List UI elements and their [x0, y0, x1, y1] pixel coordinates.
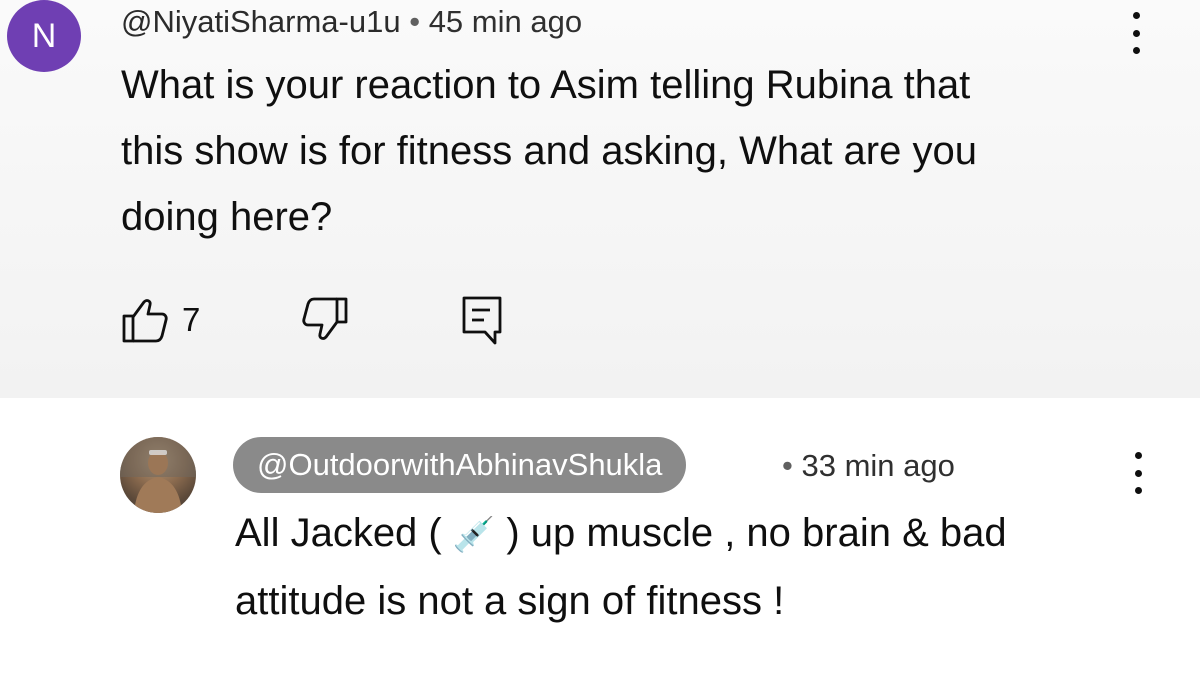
author-name-chip[interactable]: @OutdoorwithAbhinavShukla [233, 437, 687, 493]
comment-text-part: ) up muscle , no brain & bad [506, 511, 1007, 555]
timestamp[interactable]: 33 min ago [801, 448, 954, 483]
thumbs-down-icon [302, 297, 348, 340]
timestamp[interactable]: 45 min ago [429, 4, 582, 39]
like-count: 7 [182, 301, 201, 338]
reply-icon [462, 296, 502, 345]
like-button[interactable]: 7 [120, 295, 200, 350]
comment-header: • 33 min ago [782, 448, 955, 484]
separator-dot: • [409, 4, 421, 39]
comment-text-line: doing here? [121, 195, 333, 239]
comment-text-line: What is your reaction to Asim telling Ru… [121, 63, 971, 107]
comment-header: @NiyatiSharma-u1u • 45 min ago [121, 4, 582, 40]
syringe-emoji: 💉 [452, 515, 496, 555]
thumbs-up-icon [122, 299, 168, 343]
comment-thread-item: N @NiyatiSharma-u1u • 45 min ago What is… [0, 0, 1200, 398]
comment-text-line: this show is for fitness and asking, Wha… [121, 129, 977, 173]
avatar[interactable] [120, 437, 196, 513]
comment-text-line: All Jacked ( 💉 ) up muscle , no brain & … [235, 500, 1135, 568]
comment-text: What is your reaction to Asim telling Ru… [121, 52, 1121, 250]
more-options-button[interactable] [1128, 452, 1148, 494]
reply-button[interactable] [460, 295, 506, 352]
dislike-button[interactable] [300, 295, 350, 350]
comment-text: All Jacked ( 💉 ) up muscle , no brain & … [235, 500, 1135, 634]
comment-text-part: All Jacked ( [235, 511, 442, 555]
profile-photo-avatar [120, 437, 196, 513]
comment-text-line: attitude is not a sign of fitness ! [235, 579, 785, 623]
more-vert-icon [1132, 12, 1140, 19]
author-name[interactable]: @NiyatiSharma-u1u [121, 4, 401, 39]
avatar[interactable]: N [7, 0, 81, 72]
separator-dot: • [782, 448, 793, 483]
more-options-button[interactable] [1126, 12, 1146, 54]
more-vert-icon [1134, 452, 1142, 459]
